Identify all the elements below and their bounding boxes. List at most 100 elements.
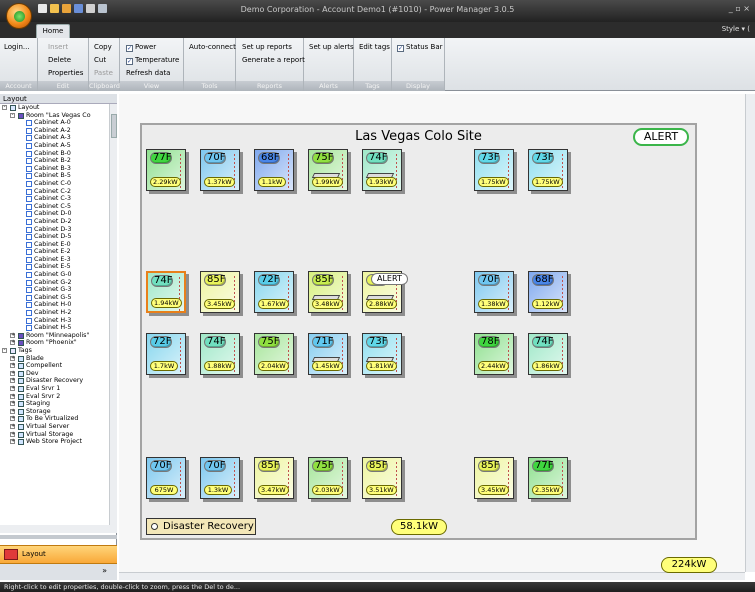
cabinet[interactable]: 70F 1.38kW: [474, 271, 518, 317]
tree-item[interactable]: + Room "Phoenix": [0, 339, 109, 347]
expand-icon[interactable]: +: [10, 332, 15, 338]
tree-scrollbar[interactable]: [109, 104, 117, 525]
copy-button[interactable]: Copy: [94, 43, 112, 51]
expand-icon[interactable]: +: [10, 340, 15, 346]
room-alert-badge[interactable]: ALERT: [633, 128, 689, 146]
tree-item[interactable]: Cabinet G-0: [0, 271, 109, 279]
tree-item[interactable]: + To Be Virtualized: [0, 415, 109, 423]
temperature-checkbox[interactable]: ✓ Temperature: [126, 56, 179, 65]
tree-item[interactable]: Cabinet E-3: [0, 256, 109, 264]
cabinet[interactable]: 74F 1.93kW: [362, 149, 406, 195]
expand-icon[interactable]: +: [10, 393, 15, 399]
tree-item[interactable]: + Staging: [0, 400, 109, 408]
cabinet[interactable]: 70F 1.3kW: [200, 457, 244, 503]
chevron-right-icon[interactable]: »: [102, 566, 107, 575]
expand-icon[interactable]: +: [10, 401, 15, 407]
application-menu-button[interactable]: [6, 3, 32, 29]
cabinet[interactable]: 75F 2.04kW: [254, 333, 298, 379]
tree-item[interactable]: Cabinet D-5: [0, 233, 109, 241]
cabinet[interactable]: 74F 1.86kW: [528, 333, 572, 379]
cabinet[interactable]: 71F 1.45kW: [308, 333, 352, 379]
cabinet[interactable]: 72F 1.7kW: [146, 333, 190, 379]
window-controls[interactable]: _ ▫ ×: [729, 4, 750, 13]
room-las-vegas[interactable]: Las Vegas Colo Site ALERT 77F 2.29kW 70F 1.…: [140, 123, 697, 540]
nav-layout-button[interactable]: Layout: [0, 545, 117, 564]
tree-item[interactable]: + Storage: [0, 408, 109, 416]
tree-item[interactable]: Cabinet B-0: [0, 150, 109, 158]
tree-item[interactable]: Cabinet E-5: [0, 263, 109, 271]
set-up-alerts-button[interactable]: Set up alerts: [309, 43, 354, 51]
splitter-grip[interactable]: [0, 535, 117, 539]
canvas-scrollbar[interactable]: [745, 94, 755, 572]
tree-item[interactable]: + Eval Srvr 2: [0, 393, 109, 401]
cabinet[interactable]: 85F 3.45kW: [200, 271, 244, 317]
tab-home[interactable]: Home: [36, 24, 70, 38]
tree-item[interactable]: Cabinet G-2: [0, 279, 109, 287]
status-bar-checkbox[interactable]: ✓ Status Bar: [397, 43, 443, 52]
tree-item[interactable]: Cabinet E-2: [0, 248, 109, 256]
tree-item[interactable]: - Room "Las Vegas Co: [0, 112, 109, 120]
scroll-thumb[interactable]: [111, 114, 117, 138]
cabinet[interactable]: 85F 3.45kW: [474, 457, 518, 503]
edit-tags-button[interactable]: Edit tags: [359, 43, 390, 51]
cabinet[interactable]: ALERT 2.88kW: [362, 271, 408, 317]
tree-item[interactable]: + Virtual Storage: [0, 431, 109, 439]
cabinet[interactable]: 74F 1.88kW: [200, 333, 244, 379]
expand-icon[interactable]: +: [10, 385, 15, 391]
tree-item[interactable]: + Room "Minneapolis": [0, 332, 109, 340]
cabinet[interactable]: 77F 2.35kW: [528, 457, 572, 503]
tree-item[interactable]: Cabinet B-3: [0, 165, 109, 173]
delete-button[interactable]: Delete: [48, 56, 71, 64]
expand-icon[interactable]: +: [10, 378, 15, 384]
tree-item[interactable]: Cabinet C-0: [0, 180, 109, 188]
tree-item[interactable]: Cabinet A-2: [0, 127, 109, 135]
cabinet[interactable]: 73F 1.75kW: [528, 149, 572, 195]
tree-item[interactable]: Cabinet H-3: [0, 317, 109, 325]
expand-icon[interactable]: +: [10, 423, 15, 429]
tree-item[interactable]: Cabinet G-5: [0, 294, 109, 302]
tree-item[interactable]: Cabinet D-0: [0, 210, 109, 218]
tree-item[interactable]: + Compellent: [0, 362, 109, 370]
cabinet[interactable]: 68F 1.1kW: [254, 149, 298, 195]
cabinet[interactable]: 74F 1.94kW: [146, 271, 190, 317]
layout-canvas[interactable]: Las Vegas Colo Site ALERT 77F 2.29kW 70F 1.…: [119, 94, 745, 572]
tree-item[interactable]: - Layout: [0, 104, 109, 112]
cabinet[interactable]: 72F 1.67kW: [254, 271, 298, 317]
tree-item[interactable]: Cabinet B-5: [0, 172, 109, 180]
cabinet[interactable]: 70F 675W: [146, 457, 190, 503]
tree-item[interactable]: + Disaster Recovery: [0, 377, 109, 385]
paste-button[interactable]: Paste: [94, 69, 113, 77]
tree-item[interactable]: Cabinet H-2: [0, 309, 109, 317]
properties-button[interactable]: Properties: [48, 69, 83, 77]
tree-item[interactable]: Cabinet G-3: [0, 286, 109, 294]
collapse-icon[interactable]: -: [10, 112, 15, 118]
tree-item[interactable]: + Eval Srvr 1: [0, 385, 109, 393]
cabinet[interactable]: 77F 2.29kW: [146, 149, 190, 195]
auto-connect-button[interactable]: Auto-connect: [189, 43, 236, 51]
tree-item[interactable]: Cabinet H-0: [0, 301, 109, 309]
style-menu[interactable]: Style ▾ (: [722, 25, 750, 33]
generate-report-button[interactable]: Generate a report: [242, 56, 305, 64]
tree-item[interactable]: Cabinet A-5: [0, 142, 109, 150]
tree-item[interactable]: Cabinet A-0: [0, 119, 109, 127]
power-checkbox[interactable]: ✓ Power: [126, 43, 156, 52]
expand-icon[interactable]: +: [10, 363, 15, 369]
cabinet[interactable]: 73F 1.75kW: [474, 149, 518, 195]
collapse-icon[interactable]: -: [2, 105, 7, 110]
tree-item[interactable]: Cabinet B-2: [0, 157, 109, 165]
tree-item[interactable]: + Blade: [0, 355, 109, 363]
refresh-data-button[interactable]: Refresh data: [126, 69, 170, 77]
tree-item[interactable]: Cabinet E-0: [0, 241, 109, 249]
tree-item[interactable]: - Tags: [0, 347, 109, 355]
cabinet[interactable]: 85F 3.51kW: [362, 457, 406, 503]
cabinet[interactable]: 70F 1.37kW: [200, 149, 244, 195]
tree-horizontal-scrollbar[interactable]: [0, 525, 117, 533]
expand-icon[interactable]: +: [10, 431, 15, 437]
tree-item[interactable]: Cabinet D-2: [0, 218, 109, 226]
expand-icon[interactable]: +: [10, 439, 15, 445]
tree-item[interactable]: Cabinet A-3: [0, 134, 109, 142]
tree-item[interactable]: + Web Store Project: [0, 438, 109, 446]
expand-icon[interactable]: +: [10, 370, 15, 376]
collapse-icon[interactable]: -: [2, 348, 7, 353]
cabinet[interactable]: 68F 1.12kW: [528, 271, 572, 317]
